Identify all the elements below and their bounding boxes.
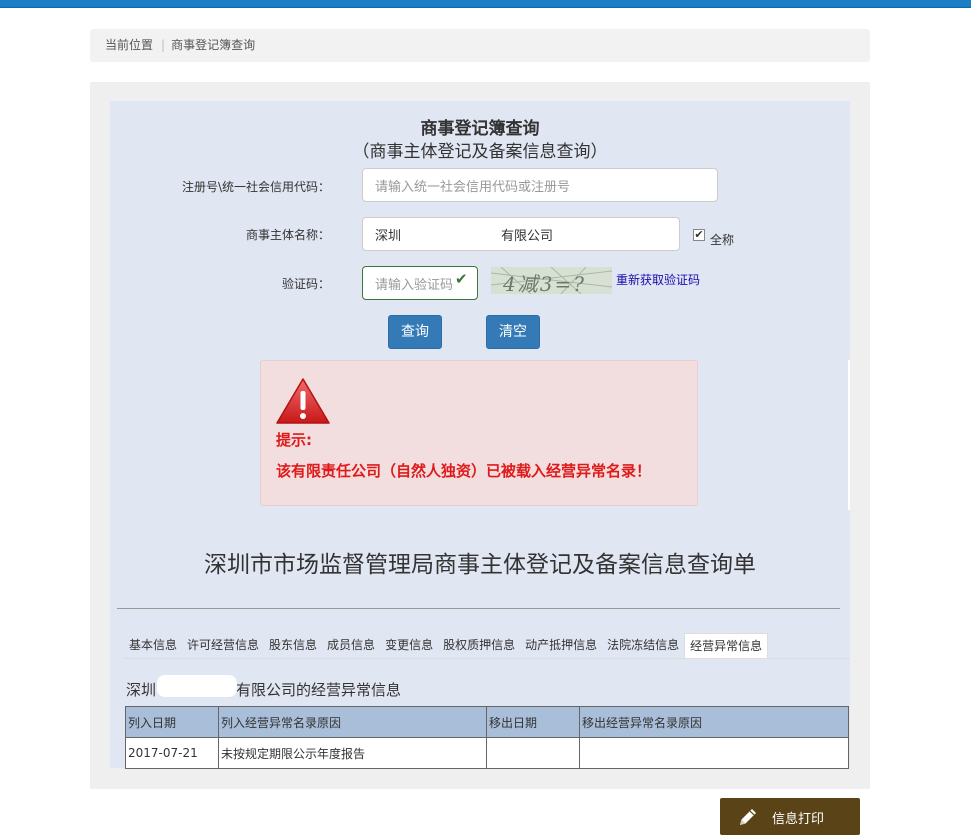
print-button-label: 信息打印 <box>772 812 825 827</box>
column-header: 列入日期 <box>125 706 219 738</box>
page-title: 商事登记簿查询 <box>420 119 540 139</box>
tab-chattel-mortgage-info[interactable]: 动产抵押信息 <box>520 633 602 659</box>
table-cell <box>486 737 580 769</box>
company-name-prefix: 深圳 <box>375 228 402 244</box>
warning-icon <box>276 378 330 424</box>
alert-message: 该有限责任公司（自然人独资）已被载入经营异常名录！ <box>276 462 652 480</box>
fullname-checkbox[interactable]: ✔ <box>693 229 705 241</box>
pencil-icon <box>740 809 756 825</box>
breadcrumb-current: 商事登记簿查询 <box>171 38 256 52</box>
document-title: 深圳市市场监督管理局商事主体登记及备案信息查询单 <box>204 552 756 578</box>
table-cell: 未按规定期限公示年度报告 <box>218 737 487 769</box>
tab-member-info[interactable]: 成员信息 <box>322 633 380 659</box>
refresh-captcha-link[interactable]: 重新获取验证码 <box>616 271 700 288</box>
tab-change-info[interactable]: 变更信息 <box>380 633 438 659</box>
tab-court-freeze-info[interactable]: 法院冻结信息 <box>602 633 684 659</box>
tab-basic-info[interactable]: 基本信息 <box>124 633 182 659</box>
fullname-label: 全称 <box>710 233 735 247</box>
search-button[interactable]: 查询 <box>388 315 442 349</box>
abnormal-list-table: 列入日期 列入经营异常名录原因 移出日期 移出经营异常名录原因 2017-07-… <box>125 706 849 769</box>
divider <box>117 608 840 609</box>
breadcrumb-label: 当前位置 <box>105 38 154 52</box>
table-header-row: 列入日期 列入经营异常名录原因 移出日期 移出经营异常名录原因 <box>125 706 849 738</box>
panel-divider <box>848 360 850 510</box>
column-header: 列入经营异常名录原因 <box>218 706 487 738</box>
info-tabs: 基本信息 许可经营信息 股东信息 成员信息 变更信息 股权质押信息 动产抵押信息… <box>124 633 769 659</box>
clear-button[interactable]: 清空 <box>486 315 540 349</box>
table-cell <box>579 737 849 769</box>
section-title-suffix: 有限公司的经营异常信息 <box>236 681 402 699</box>
table-cell: 2017-07-21 <box>125 737 219 769</box>
captcha-label: 验证码： <box>281 277 330 291</box>
print-button[interactable]: 信息打印 <box>720 798 860 835</box>
tab-shareholder-info[interactable]: 股东信息 <box>264 633 322 659</box>
breadcrumb: 当前位置 | 商事登记簿查询 <box>90 29 870 62</box>
valid-check-icon: ✔ <box>455 270 468 288</box>
reg-code-label: 注册号\统一社会信用代码： <box>181 180 330 194</box>
tab-abnormal-operation-info[interactable]: 经营异常信息 <box>684 633 769 659</box>
breadcrumb-separator: | <box>161 38 166 52</box>
column-header: 移出经营异常名录原因 <box>579 706 849 738</box>
redaction-mask <box>157 675 237 697</box>
top-bar <box>0 0 971 8</box>
reg-code-input[interactable]: 请输入统一社会信用代码或注册号 <box>362 168 718 202</box>
company-name-input[interactable]: 深圳 有限公司 <box>362 217 680 251</box>
tab-equity-pledge-info[interactable]: 股权质押信息 <box>438 633 520 659</box>
section-title-prefix: 深圳 <box>126 681 157 699</box>
page-subtitle: （商事主体登记及备案信息查询） <box>352 142 608 162</box>
table-row: 2017-07-21 未按规定期限公示年度报告 <box>125 737 849 769</box>
tab-underline <box>124 658 850 659</box>
company-name-label: 商事主体名称： <box>245 228 330 242</box>
captcha-image[interactable]: 4减3=? <box>491 267 612 294</box>
column-header: 移出日期 <box>486 706 580 738</box>
company-name-suffix: 有限公司 <box>501 228 554 244</box>
alert-title: 提示: <box>276 431 312 449</box>
tab-license-info[interactable]: 许可经营信息 <box>182 633 264 659</box>
captcha-text: 4减3=? <box>503 272 586 294</box>
